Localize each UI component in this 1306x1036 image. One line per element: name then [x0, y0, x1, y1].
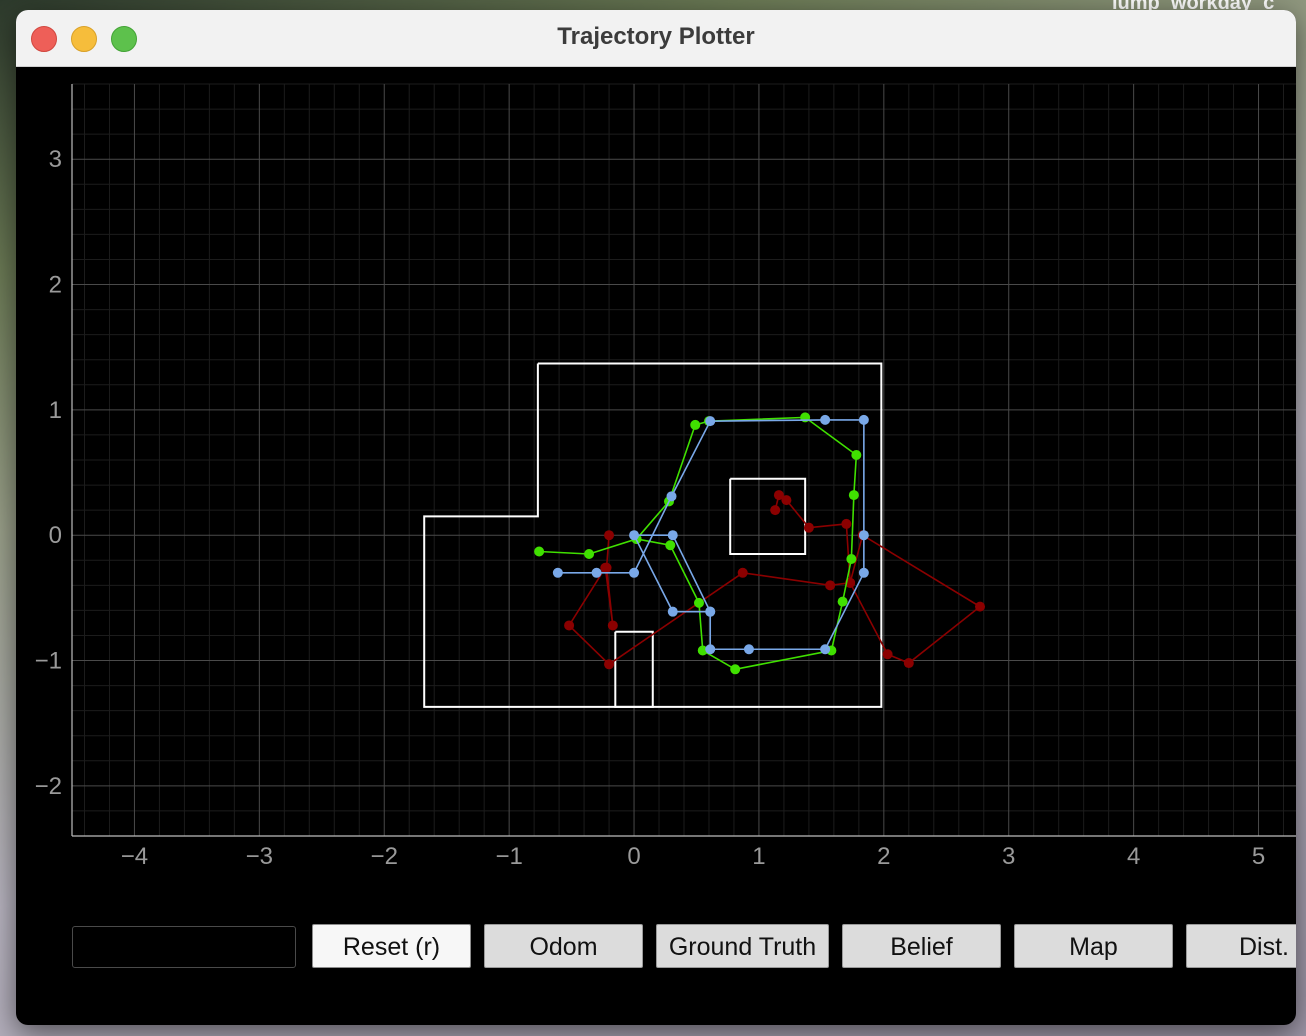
belief-toggle-button[interactable]: Belief — [842, 924, 1001, 968]
odom-series — [564, 490, 986, 670]
odom-point — [737, 567, 748, 578]
belief-point — [743, 644, 754, 655]
belief-point — [629, 567, 640, 578]
belief-point — [705, 416, 716, 427]
ground-truth-point — [837, 596, 848, 607]
ground-truth-toggle-button[interactable]: Ground Truth — [656, 924, 829, 968]
belief-point — [666, 491, 677, 502]
odom-point — [825, 580, 836, 591]
odom-point — [975, 601, 986, 612]
title-bar: Trajectory Plotter — [16, 10, 1296, 67]
odom-point — [882, 649, 893, 660]
odom-point — [903, 658, 914, 669]
belief-point — [705, 644, 716, 655]
app-window: Trajectory Plotter −4 −3 −2 −1 0 1 2 3 4 5 −2 −1 0 1 2… — [16, 10, 1296, 1025]
x-tick-label: 4 — [1127, 843, 1140, 870]
belief-point — [629, 530, 640, 541]
odom-point — [841, 518, 852, 529]
reset-button[interactable]: Reset (r) — [312, 924, 471, 968]
x-tick-label: −4 — [121, 843, 148, 870]
belief-point — [667, 530, 678, 541]
ground-truth-point — [851, 449, 862, 460]
ground-truth-point — [693, 597, 704, 608]
y-tick-label: 2 — [49, 272, 62, 299]
x-tick-label: −2 — [371, 843, 398, 870]
odom-point — [564, 620, 575, 631]
odom-point — [604, 659, 615, 670]
belief-point — [705, 606, 716, 617]
window-title: Trajectory Plotter — [557, 23, 755, 50]
ground-truth-point — [534, 546, 545, 557]
ground-truth-point — [665, 540, 676, 551]
map-toggle-button[interactable]: Map — [1014, 924, 1173, 968]
trajectory-plot[interactable]: −4 −3 −2 −1 0 1 2 3 4 5 −2 −1 0 1 2 3 — [16, 66, 1296, 906]
dist-toggle-button[interactable]: Dist. — [1186, 924, 1296, 968]
x-tick-label: 2 — [877, 843, 890, 870]
ground-truth-point — [846, 554, 857, 565]
x-tick-label: −1 — [495, 843, 522, 870]
odom-point — [803, 522, 814, 533]
ground-truth-point — [848, 490, 859, 501]
belief-point — [858, 414, 869, 425]
belief-series — [552, 414, 869, 655]
belief-point — [858, 530, 869, 541]
odom-line — [568, 493, 982, 666]
x-tick-label: 1 — [752, 843, 765, 870]
odom-point — [607, 620, 618, 631]
x-tick-label: 3 — [1002, 843, 1015, 870]
belief-point — [820, 644, 831, 655]
y-tick-label: −1 — [35, 648, 62, 675]
odom-toggle-button[interactable]: Odom — [484, 924, 643, 968]
belief-point — [820, 414, 831, 425]
odom-point — [604, 530, 615, 541]
ground-truth-point — [584, 549, 595, 559]
ground-truth-point — [690, 419, 701, 430]
y-tick-label: 3 — [49, 146, 62, 173]
status-field[interactable] — [72, 926, 296, 968]
x-tick-label: 5 — [1252, 843, 1265, 870]
x-tick-label: 0 — [627, 843, 640, 870]
belief-point — [858, 567, 869, 578]
odom-point — [773, 490, 784, 501]
belief-point — [667, 606, 678, 617]
ground-truth-point — [730, 664, 741, 675]
x-tick-label: −3 — [246, 843, 273, 870]
y-tick-label: 1 — [49, 397, 62, 424]
y-tick-label: 0 — [49, 522, 62, 549]
odom-point — [600, 562, 611, 573]
odom-point — [770, 505, 781, 516]
map-wall — [729, 477, 807, 555]
y-tick-label: −2 — [35, 773, 62, 800]
belief-point — [591, 567, 602, 578]
belief-point — [552, 567, 563, 578]
